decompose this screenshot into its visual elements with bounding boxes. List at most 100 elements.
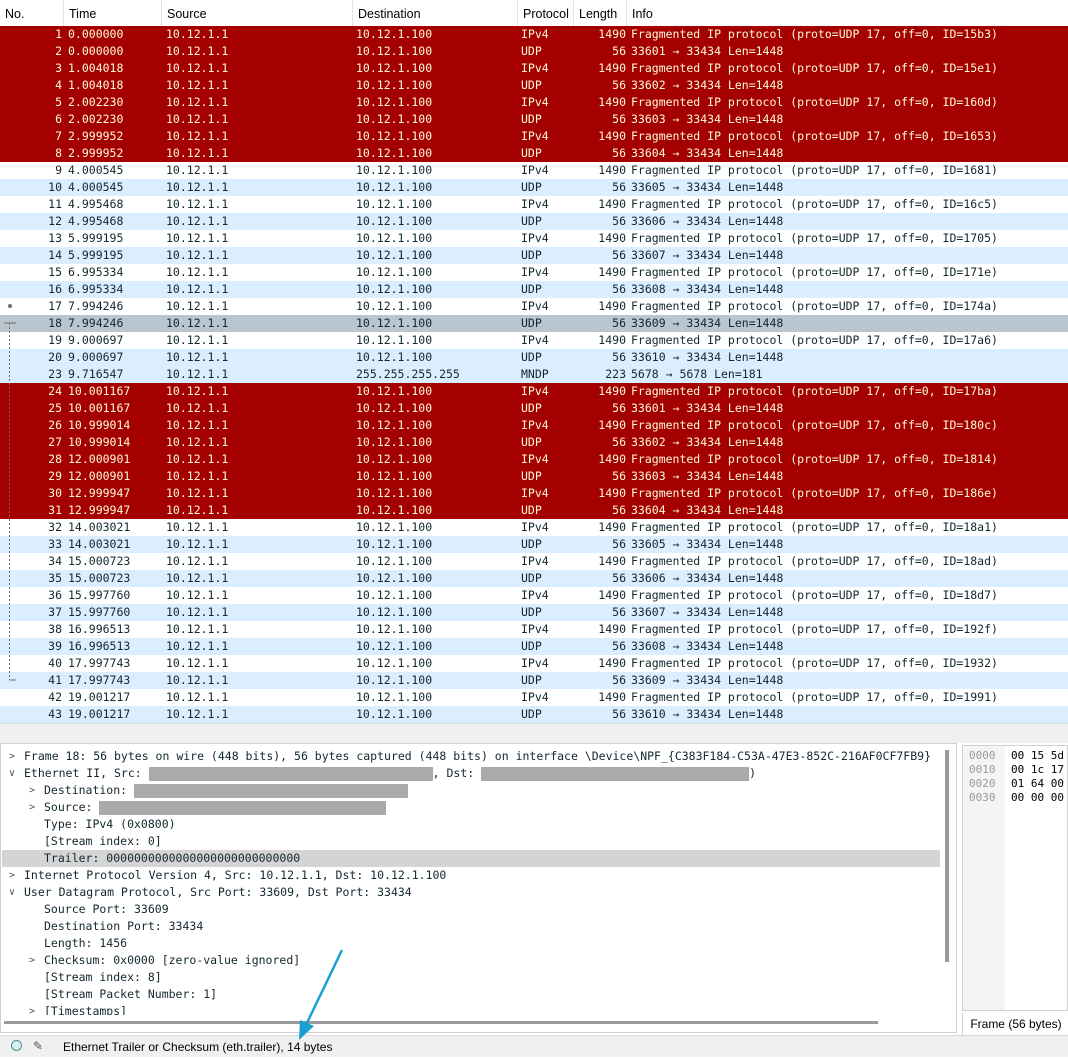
column-header-source[interactable]: Source <box>162 0 353 26</box>
packet-row[interactable]: 13 5.999195 10.12.1.1 10.12.1.100 IPv4 1490 Fr… <box>0 230 1068 247</box>
packet-row[interactable]: 33 14.003021 10.12.1.1 10.12.1.100 UDP 56 3360… <box>0 536 1068 553</box>
packet-row[interactable]: 20 9.000697 10.12.1.1 10.12.1.100 UDP 56 33610… <box>0 349 1068 366</box>
column-header-no[interactable]: No. <box>0 0 64 26</box>
tree-udp-length[interactable]: Length: 1456 <box>2 935 940 952</box>
chevron-right-icon[interactable]: > <box>26 1003 38 1015</box>
ready-status-icon[interactable] <box>11 1040 22 1051</box>
packet-row[interactable]: 23 9.716547 10.12.1.1 255.255.255.255 MNDP 22… <box>0 366 1068 383</box>
column-header-info[interactable]: Info <box>627 0 1068 26</box>
packet-no: 40 <box>48 656 62 670</box>
packet-row[interactable]: 41 17.997743 10.12.1.1 10.12.1.100 UDP 56 3360… <box>0 672 1068 689</box>
tree-udp-stream-index[interactable]: [Stream index: 8] <box>2 969 940 986</box>
packet-row[interactable]: 7 2.999952 10.12.1.1 10.12.1.100 IPv4 1490 Fra… <box>0 128 1068 145</box>
tree-eth-stream-index[interactable]: [Stream index: 0] <box>2 833 940 850</box>
chevron-right-icon[interactable]: > <box>26 782 38 799</box>
packet-row[interactable]: 24 10.001167 10.12.1.1 10.12.1.100 IPv4 1490 F… <box>0 383 1068 400</box>
tree-udp-srcport[interactable]: Source Port: 33609 <box>2 901 940 918</box>
details-horizontal-scroll-thumb[interactable] <box>4 1021 878 1024</box>
tree-eth-type[interactable]: Type: IPv4 (0x0800) <box>2 816 940 833</box>
chevron-right-icon[interactable]: > <box>6 867 18 884</box>
bytes-hex[interactable]: 00 15 5d <box>1011 749 1064 762</box>
bytes-offset: 0030 <box>969 791 996 804</box>
packet-length: 1490 <box>598 656 626 670</box>
packet-row[interactable]: 31 12.999947 10.12.1.1 10.12.1.100 UDP 56 3360… <box>0 502 1068 519</box>
packet-row[interactable]: 36 15.997760 10.12.1.1 10.12.1.100 IPv4 1490 F… <box>0 587 1068 604</box>
tree-udp-stream-packet-number[interactable]: [Stream Packet Number: 1] <box>2 986 940 1003</box>
packet-row[interactable]: 17 7.994246 10.12.1.1 10.12.1.100 IPv4 1490 Fr… <box>0 298 1068 315</box>
packet-row[interactable]: 42 19.001217 10.12.1.1 10.12.1.100 IPv4 1490 F… <box>0 689 1068 706</box>
tree-udp[interactable]: ∨ User Datagram Protocol, Src Port: 3360… <box>2 884 940 901</box>
packet-row-selected[interactable]: 18 7.994246 10.12.1.1 10.12.1.100 UDP 56 33609… <box>0 315 1068 332</box>
chevron-right-icon[interactable]: > <box>6 748 18 765</box>
packet-row[interactable]: 16 6.995334 10.12.1.1 10.12.1.100 UDP 56 33608… <box>0 281 1068 298</box>
packet-row[interactable]: 27 10.999014 10.12.1.1 10.12.1.100 UDP 56 3360… <box>0 434 1068 451</box>
packet-row[interactable]: 30 12.999947 10.12.1.1 10.12.1.100 IPv4 1490 F… <box>0 485 1068 502</box>
packet-row[interactable]: 43 19.001217 10.12.1.1 10.12.1.100 UDP 56 3361… <box>0 706 1068 723</box>
packet-row[interactable]: 26 10.999014 10.12.1.1 10.12.1.100 IPv4 1490 F… <box>0 417 1068 434</box>
packet-row[interactable]: 1 0.000000 10.12.1.1 10.12.1.100 IPv4 1490 Fra… <box>0 26 1068 43</box>
packet-row[interactable]: 8 2.999952 10.12.1.1 10.12.1.100 UDP 56 33604 … <box>0 145 1068 162</box>
ethernet-prefix: Ethernet II, Src: <box>24 766 149 780</box>
packet-time: 0.000000 <box>68 44 124 58</box>
tree-eth-trailer[interactable]: Trailer: 0000000000000000000000000000 <box>2 850 940 867</box>
bytes-hex[interactable]: 01 64 00 <box>1011 777 1064 790</box>
packet-row[interactable]: 39 16.996513 10.12.1.1 10.12.1.100 UDP 56 3360… <box>0 638 1068 655</box>
packet-row[interactable]: 2 0.000000 10.12.1.1 10.12.1.100 UDP 56 33601 … <box>0 43 1068 60</box>
packet-row[interactable]: 40 17.997743 10.12.1.1 10.12.1.100 IPv4 1490 F… <box>0 655 1068 672</box>
packet-row[interactable]: 25 10.001167 10.12.1.1 10.12.1.100 UDP 56 3360… <box>0 400 1068 417</box>
packet-row[interactable]: 14 5.999195 10.12.1.1 10.12.1.100 UDP 56 33607… <box>0 247 1068 264</box>
details-vertical-scrollbar[interactable] <box>942 750 952 1028</box>
tree-eth-destination[interactable]: > Destination: <box>2 782 940 799</box>
packet-bytes-pane[interactable]: 0000 00 15 5d 0010 00 1c 17 0020 01 64 0… <box>962 745 1068 1011</box>
tree-frame[interactable]: > Frame 18: 56 bytes on wire (448 bits),… <box>2 748 940 765</box>
tree-udp-checksum[interactable]: > Checksum: 0x0000 [zero-value ignored] <box>2 952 940 969</box>
details-vertical-scroll-thumb[interactable] <box>945 750 949 962</box>
packet-row[interactable]: 11 4.995468 10.12.1.1 10.12.1.100 IPv4 1490 Fr… <box>0 196 1068 213</box>
packet-row[interactable]: 34 15.000723 10.12.1.1 10.12.1.100 IPv4 1490 F… <box>0 553 1068 570</box>
udp-stream-packet-number-field: [Stream Packet Number: 1] <box>44 987 218 1001</box>
packet-row[interactable]: 10 4.000545 10.12.1.1 10.12.1.100 UDP 56 33605… <box>0 179 1068 196</box>
packet-protocol: UDP <box>521 605 542 619</box>
details-horizontal-scrollbar[interactable] <box>2 1016 940 1028</box>
chevron-down-icon[interactable]: ∨ <box>6 765 18 782</box>
packet-list[interactable]: 1 0.000000 10.12.1.1 10.12.1.100 IPv4 1490 Fra… <box>0 26 1068 723</box>
bytes-tab-frame[interactable]: Frame (56 bytes) <box>962 1013 1068 1035</box>
tree-ethernet[interactable]: ∨ Ethernet II, Src: , Dst: ) <box>2 765 940 782</box>
chevron-right-icon[interactable]: > <box>26 952 38 969</box>
packet-details-pane[interactable]: > Frame 18: 56 bytes on wire (448 bits),… <box>0 743 957 1033</box>
packet-no: 8 <box>55 146 62 160</box>
packet-length: 56 <box>612 435 626 449</box>
pencil-note-icon[interactable]: ✎ <box>33 1038 43 1054</box>
column-header-time[interactable]: Time <box>64 0 162 26</box>
packet-row[interactable]: 35 15.000723 10.12.1.1 10.12.1.100 UDP 56 3360… <box>0 570 1068 587</box>
tree-ip[interactable]: > Internet Protocol Version 4, Src: 10.1… <box>2 867 940 884</box>
tree-eth-source[interactable]: > Source: <box>2 799 940 816</box>
packet-row[interactable]: 37 15.997760 10.12.1.1 10.12.1.100 UDP 56 3360… <box>0 604 1068 621</box>
chevron-down-icon[interactable]: ∨ <box>6 884 18 901</box>
column-header-destination[interactable]: Destination <box>353 0 518 26</box>
tree-udp-dstport[interactable]: Destination Port: 33434 <box>2 918 940 935</box>
packet-row[interactable]: 3 1.004018 10.12.1.1 10.12.1.100 IPv4 1490 Fra… <box>0 60 1068 77</box>
packet-row[interactable]: 28 12.000901 10.12.1.1 10.12.1.100 IPv4 1490 F… <box>0 451 1068 468</box>
tree-udp-timestamps[interactable]: > [Timestamps] <box>2 1003 940 1015</box>
packet-row[interactable]: 38 16.996513 10.12.1.1 10.12.1.100 IPv4 1490 F… <box>0 621 1068 638</box>
packet-no: 9 <box>55 163 62 177</box>
packet-row[interactable]: 6 2.002230 10.12.1.1 10.12.1.100 UDP 56 33603 … <box>0 111 1068 128</box>
packet-row[interactable]: 15 6.995334 10.12.1.1 10.12.1.100 IPv4 1490 Fr… <box>0 264 1068 281</box>
packet-row[interactable]: 29 12.000901 10.12.1.1 10.12.1.100 UDP 56 3360… <box>0 468 1068 485</box>
packet-row[interactable]: 5 2.002230 10.12.1.1 10.12.1.100 IPv4 1490 Fra… <box>0 94 1068 111</box>
packet-row[interactable]: 19 9.000697 10.12.1.1 10.12.1.100 IPv4 1490 Fr… <box>0 332 1068 349</box>
packet-row[interactable]: 12 4.995468 10.12.1.1 10.12.1.100 UDP 56 33606… <box>0 213 1068 230</box>
packet-list-horizontal-scrollbar[interactable] <box>0 723 1068 738</box>
packet-row[interactable]: 4 1.004018 10.12.1.1 10.12.1.100 UDP 56 33602 … <box>0 77 1068 94</box>
bytes-hex[interactable]: 00 1c 17 <box>1011 763 1064 776</box>
chevron-right-icon[interactable]: > <box>26 799 38 816</box>
packet-no: 26 <box>48 418 62 432</box>
column-header-length[interactable]: Length <box>574 0 627 26</box>
bytes-hex[interactable]: 00 00 00 <box>1011 791 1064 804</box>
packet-row[interactable]: 9 4.000545 10.12.1.1 10.12.1.100 IPv4 1490 Fra… <box>0 162 1068 179</box>
packet-row[interactable]: 32 14.003021 10.12.1.1 10.12.1.100 IPv4 1490 F… <box>0 519 1068 536</box>
eth-type-field: Type: IPv4 (0x0800) <box>44 817 176 831</box>
column-header-protocol[interactable]: Protocol <box>518 0 574 26</box>
packet-destination: 10.12.1.100 <box>356 486 433 500</box>
